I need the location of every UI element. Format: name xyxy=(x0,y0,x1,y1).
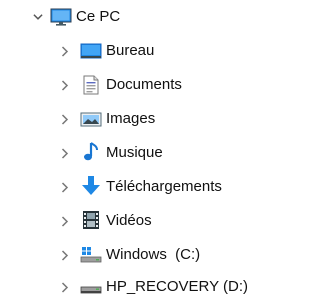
music-note-icon xyxy=(80,142,102,162)
tree-item-drive-c[interactable]: Windows (C:) xyxy=(0,240,279,270)
tree-item-label: Téléchargements xyxy=(106,178,222,195)
tree-item-videos[interactable]: Vidéos xyxy=(0,206,279,236)
tree-item-label: Windows (C:) xyxy=(106,246,201,263)
tree-item-label: Documents xyxy=(106,76,182,93)
chevron-right-icon[interactable] xyxy=(60,249,70,261)
tree-item-label: Ce PC xyxy=(76,8,121,25)
chevron-right-icon[interactable] xyxy=(60,281,70,293)
chevron-right-icon[interactable] xyxy=(60,113,70,125)
navigation-tree: Ce PC Bureau Documents Images Musique Té… xyxy=(0,0,279,298)
chevron-right-icon[interactable] xyxy=(60,215,70,227)
tree-item-label: HP_RECOVERY (D:) xyxy=(106,278,248,295)
chevron-right-icon[interactable] xyxy=(60,181,70,193)
tree-item-label: Bureau xyxy=(106,42,155,59)
monitor-icon xyxy=(50,7,72,27)
tree-item-label: Images xyxy=(106,110,156,127)
tree-item-desktop[interactable]: Bureau xyxy=(0,36,279,66)
tree-item-music[interactable]: Musique xyxy=(0,138,279,168)
tree-item-this-pc[interactable]: Ce PC xyxy=(0,2,279,32)
download-arrow-icon xyxy=(80,176,102,196)
chevron-right-icon[interactable] xyxy=(60,79,70,91)
desktop-folder-icon xyxy=(80,41,102,61)
chevron-down-icon[interactable] xyxy=(33,11,43,23)
pictures-icon xyxy=(80,109,102,129)
chevron-right-icon[interactable] xyxy=(60,147,70,159)
film-strip-icon xyxy=(80,210,102,230)
chevron-right-icon[interactable] xyxy=(60,45,70,57)
tree-item-label: Vidéos xyxy=(106,212,152,229)
tree-item-pictures[interactable]: Images xyxy=(0,104,279,134)
documents-icon xyxy=(80,75,102,95)
drive-icon xyxy=(80,277,102,297)
tree-item-label: Musique xyxy=(106,144,163,161)
tree-item-downloads[interactable]: Téléchargements xyxy=(0,172,279,202)
windows-drive-icon xyxy=(80,245,102,265)
tree-item-documents[interactable]: Documents xyxy=(0,70,279,100)
